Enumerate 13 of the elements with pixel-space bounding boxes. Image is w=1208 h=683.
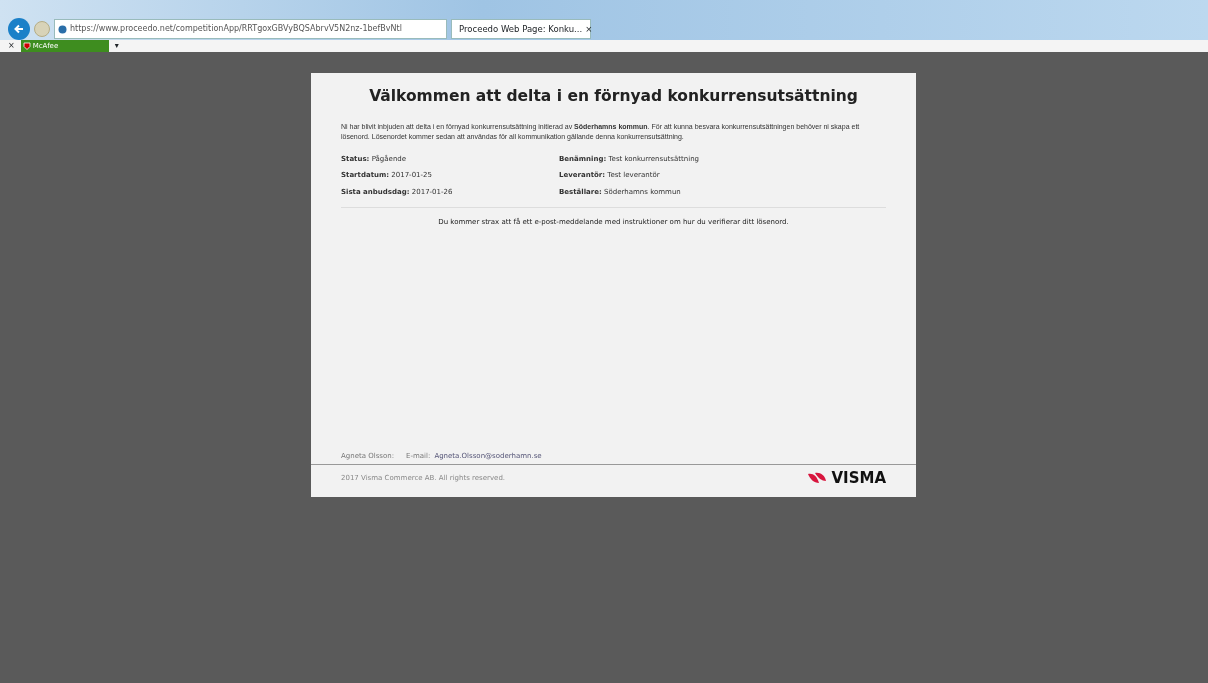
close-icon[interactable]: × [585,22,593,36]
logo-text: VISMA [831,467,886,489]
dropdown-icon[interactable]: ▾ [114,40,119,52]
url-text: https://www.proceedo.net/competitionApp/RRTgoxGBVyBQSAbrvV5N2nz-1befBvNtl [70,23,402,35]
logo-icon [807,471,828,484]
back-button[interactable] [8,18,30,40]
browser-tab[interactable]: Proceedo Web Page: Konku... × [451,19,591,39]
close-icon[interactable]: × [8,40,15,52]
address-bar[interactable]: https://www.proceedo.net/competitionApp/RRTgoxGBVyBQSAbrvV5N2nz-1befBvNtl [54,19,447,39]
tab-title: Proceedo Web Page: Konku... [459,22,583,36]
back-arrow-icon [13,23,25,35]
page-title: Välkommen att delta i en förnyad konkurrensutsättning [368,86,859,107]
shield-icon [22,42,31,50]
